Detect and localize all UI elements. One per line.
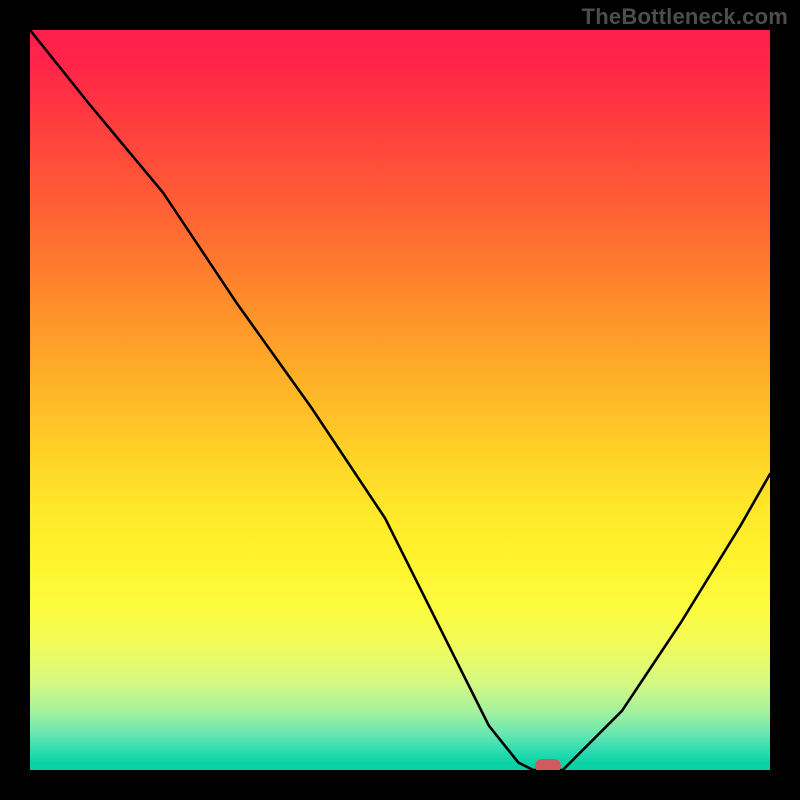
bottleneck-curve <box>30 30 770 770</box>
attribution-text: TheBottleneck.com <box>582 4 788 30</box>
optimal-point-marker <box>535 759 561 770</box>
plot-area <box>30 30 770 770</box>
chart-frame: TheBottleneck.com <box>0 0 800 800</box>
